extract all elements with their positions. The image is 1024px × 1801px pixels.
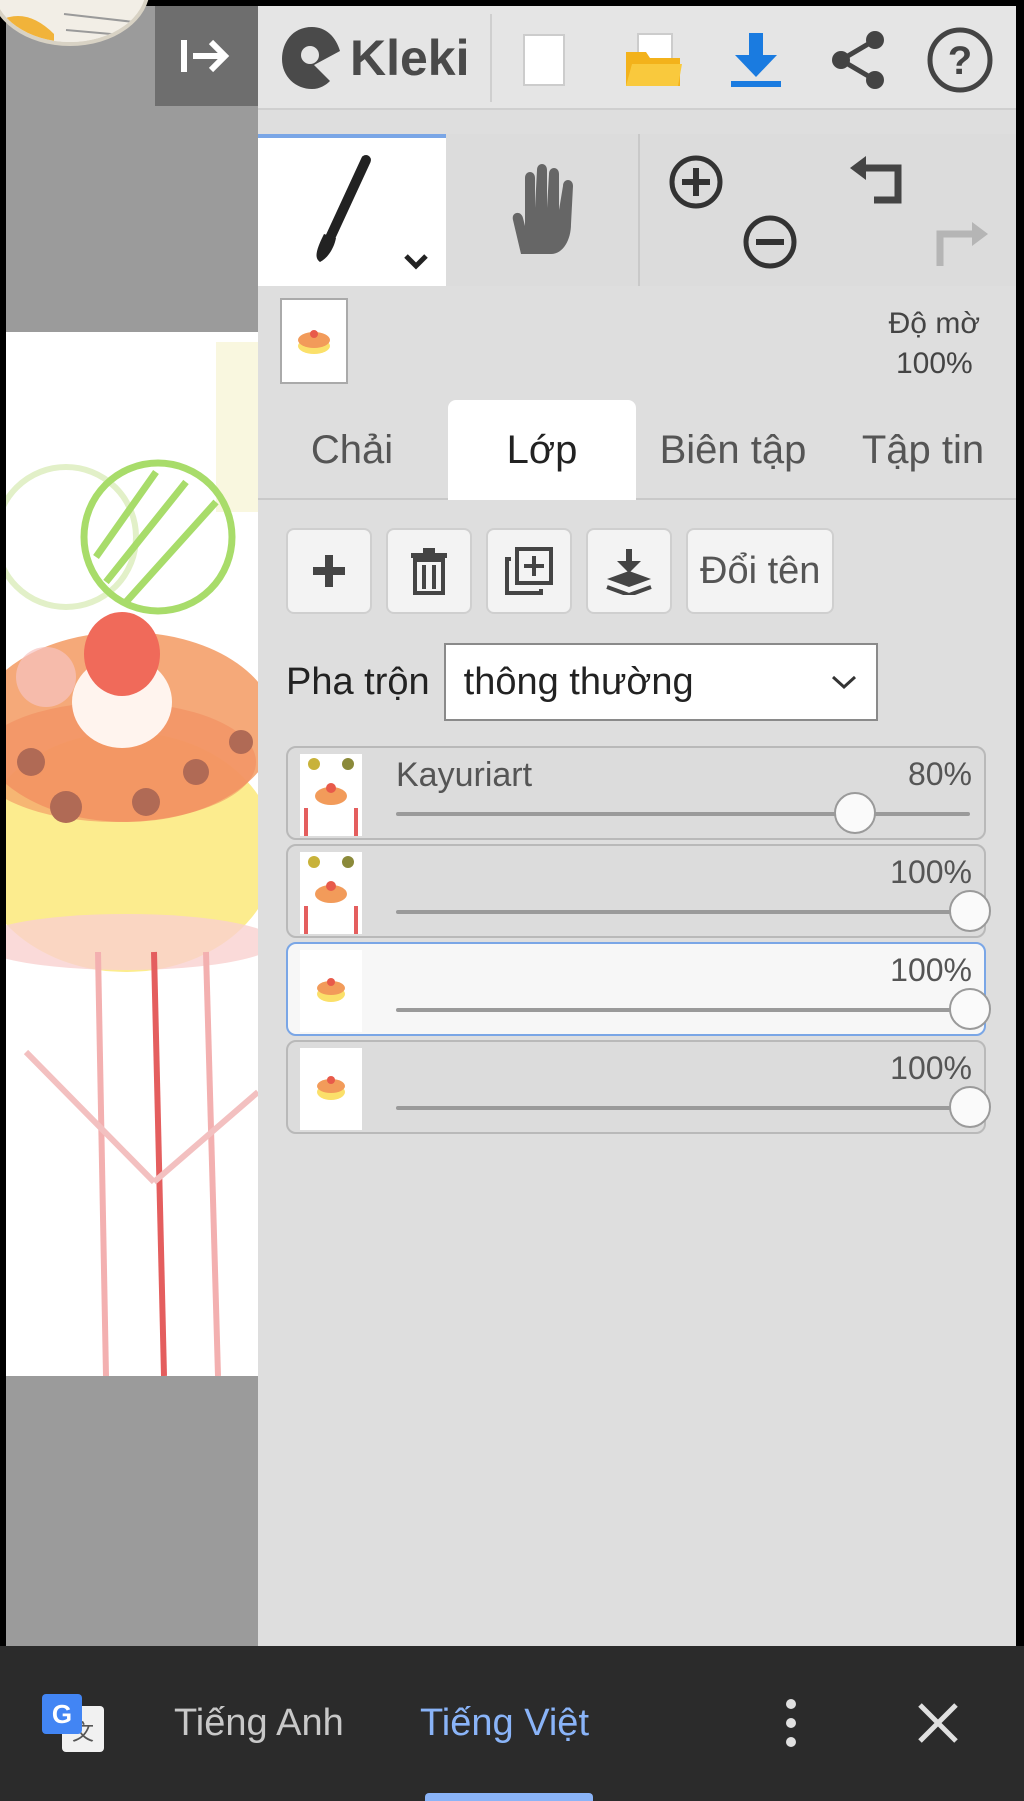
merge-layer-button[interactable]	[586, 528, 672, 614]
new-image-button[interactable]	[508, 24, 580, 96]
blend-mode-select[interactable]: thông thường	[443, 643, 878, 721]
undo-icon[interactable]	[848, 154, 908, 210]
cake-thumbnail-icon	[298, 330, 330, 354]
add-layer-button[interactable]	[286, 528, 372, 614]
zoom-controls	[658, 154, 818, 274]
merge-down-icon	[606, 549, 652, 595]
opacity-value: 100%	[895, 347, 973, 380]
layer-item[interactable]: Kayuriart 80%	[286, 746, 986, 840]
kleki-logo-icon	[282, 27, 340, 89]
layer-thumbnail	[300, 1048, 362, 1130]
divider	[638, 134, 640, 286]
blend-mode-label: Pha trộn	[286, 660, 430, 703]
layer-opacity: 100%	[890, 952, 972, 988]
collapse-panel-button[interactable]	[155, 6, 258, 106]
source-language-tab[interactable]: Tiếng Anh	[174, 1702, 344, 1745]
divider	[490, 14, 492, 102]
layer-item[interactable]: 100%	[286, 1040, 991, 1134]
brush-icon	[316, 155, 428, 270]
blend-mode-row: Pha trộn thông thường	[286, 642, 878, 722]
drawing-canvas[interactable]	[6, 332, 258, 1376]
layer-thumbnail	[300, 754, 362, 836]
app-logo: Kleki	[280, 20, 470, 96]
zoom-out-icon[interactable]	[742, 214, 798, 270]
screen: Kleki ? Độ mờ 100% Chải Lớp Biên tập Tập…	[0, 0, 1024, 1801]
hand-icon	[512, 164, 573, 254]
close-icon[interactable]	[916, 1701, 960, 1745]
app-name: Kleki	[350, 30, 470, 86]
layer-opacity-slider[interactable]	[396, 988, 991, 1030]
translate-bar: 文 G Tiếng Anh Tiếng Việt	[0, 1646, 1024, 1801]
duplicate-layer-button[interactable]	[486, 528, 572, 614]
collapse-arrow-icon	[180, 39, 229, 73]
tab-edit[interactable]: Biên tập	[638, 400, 828, 500]
target-language-indicator	[425, 1793, 593, 1801]
redo-icon[interactable]	[930, 214, 990, 270]
layer-opacity-slider[interactable]	[396, 792, 970, 834]
svg-text:G: G	[52, 1699, 72, 1729]
open-file-button[interactable]	[618, 24, 690, 96]
layer-name: Kayuriart	[396, 756, 533, 794]
more-options-icon[interactable]	[781, 1698, 801, 1748]
blend-mode-value: thông thường	[463, 660, 694, 703]
google-translate-icon[interactable]: 文 G	[40, 1692, 106, 1754]
layer-thumbnail	[300, 852, 362, 934]
hand-tool-button[interactable]	[448, 134, 634, 286]
slider-handle[interactable]	[949, 890, 991, 932]
tab-file[interactable]: Tập tin	[830, 400, 1016, 500]
download-icon	[731, 33, 781, 87]
opacity-label: Độ mờ	[888, 307, 980, 340]
tab-layers[interactable]: Lớp	[448, 400, 636, 500]
canvas-area[interactable]	[6, 6, 258, 1646]
right-panel: Kleki ? Độ mờ 100% Chải Lớp Biên tập Tập…	[258, 6, 1016, 1646]
slider-handle[interactable]	[949, 1086, 991, 1128]
layer-item-selected[interactable]: 100%	[286, 942, 991, 1036]
share-button[interactable]	[822, 24, 894, 96]
share-icon	[832, 31, 884, 89]
layer-tools: Đổi tên	[286, 528, 835, 614]
slider-handle[interactable]	[949, 988, 991, 1030]
layer-opacity: 100%	[890, 1050, 972, 1086]
layer-thumbnail	[300, 950, 362, 1032]
plus-icon	[313, 555, 345, 587]
layer-item[interactable]: 100%	[286, 844, 991, 938]
opacity-readout: Độ mờ 100%	[889, 304, 980, 384]
layer-opacity: 80%	[907, 756, 972, 792]
tab-brush[interactable]: Chải	[258, 400, 446, 500]
trash-icon	[411, 548, 447, 595]
save-button[interactable]	[720, 24, 792, 96]
current-layer-thumbnail[interactable]	[280, 298, 348, 384]
help-button[interactable]: ?	[924, 24, 996, 96]
chevron-down-icon	[831, 675, 856, 690]
new-file-icon	[523, 34, 565, 86]
layer-opacity-slider[interactable]	[396, 1086, 991, 1128]
panel-tabs: Chải Lớp Biên tập Tập tin	[258, 400, 1016, 500]
brush-tool-button[interactable]	[258, 134, 446, 286]
history-controls	[838, 154, 1008, 274]
target-language-tab[interactable]: Tiếng Việt	[420, 1702, 589, 1745]
delete-layer-button[interactable]	[386, 528, 472, 614]
svg-text:?: ?	[948, 39, 972, 83]
tool-row	[258, 134, 1016, 286]
layer-opacity: 100%	[890, 854, 972, 890]
folder-open-icon	[626, 33, 682, 86]
top-toolbar: Kleki ?	[258, 6, 1016, 110]
layer-opacity-slider[interactable]	[396, 890, 991, 932]
zoom-in-icon[interactable]	[668, 154, 724, 210]
duplicate-icon	[505, 547, 553, 595]
help-icon: ?	[927, 27, 993, 93]
rename-layer-button[interactable]: Đổi tên	[686, 528, 835, 614]
slider-handle[interactable]	[834, 792, 877, 834]
